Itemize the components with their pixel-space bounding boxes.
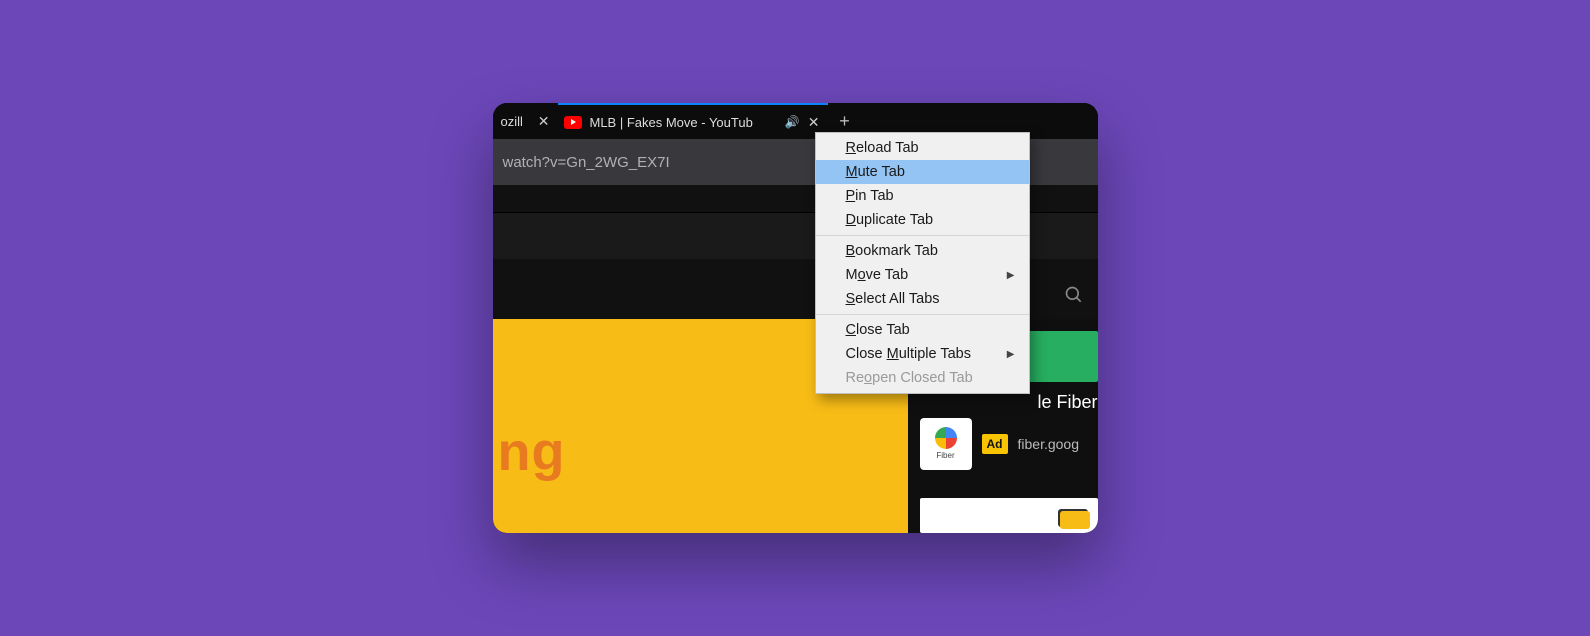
menu-item[interactable]: Pin Tab bbox=[816, 184, 1029, 208]
menu-separator bbox=[816, 314, 1029, 315]
ad-badge: Ad bbox=[982, 434, 1008, 454]
menu-item-label: Close Multiple Tabs bbox=[846, 346, 971, 362]
youtube-icon bbox=[564, 116, 582, 129]
url-text[interactable]: watch?v=Gn_2WG_EX7I bbox=[501, 154, 670, 171]
ad-url: fiber.goog bbox=[1018, 436, 1080, 452]
menu-separator bbox=[816, 235, 1029, 236]
menu-item-label: Close Tab bbox=[846, 322, 910, 338]
ad-thumbnail: Fiber bbox=[920, 418, 972, 470]
browser-window: ozill ✕ MLB | Fakes Move - YouTub 🔊 ✕ + … bbox=[493, 103, 1098, 533]
chevron-right-icon: ▶ bbox=[1007, 270, 1015, 281]
close-icon[interactable]: ✕ bbox=[806, 113, 822, 131]
menu-item[interactable]: Bookmark Tab bbox=[816, 239, 1029, 263]
tab-label: ozill bbox=[499, 114, 530, 129]
menu-item-label: Bookmark Tab bbox=[846, 243, 938, 259]
tab-label: MLB | Fakes Move - YouTub bbox=[588, 115, 779, 130]
menu-item[interactable]: Reload Tab bbox=[816, 136, 1029, 160]
active-tab[interactable]: MLB | Fakes Move - YouTub 🔊 ✕ bbox=[558, 103, 828, 139]
background-tab[interactable]: ozill ✕ bbox=[493, 103, 558, 139]
search-icon[interactable] bbox=[1064, 285, 1084, 310]
menu-item[interactable]: Mute Tab bbox=[816, 160, 1029, 184]
recommendation-card[interactable] bbox=[920, 498, 1098, 533]
ad-row[interactable]: Fiber Ad fiber.goog bbox=[920, 418, 1098, 470]
menu-item-label: Select All Tabs bbox=[846, 291, 940, 307]
menu-item[interactable]: Move Tab ▶ bbox=[816, 263, 1029, 287]
menu-item-label: Pin Tab bbox=[846, 188, 894, 204]
video-overlay-text: ting bbox=[493, 421, 566, 483]
chevron-right-icon: ▶ bbox=[1007, 349, 1015, 360]
ad-title: le Fiber bbox=[1037, 392, 1097, 413]
menu-item-label: Move Tab bbox=[846, 267, 909, 283]
menu-item-label: Duplicate Tab bbox=[846, 212, 934, 228]
menu-item[interactable]: Duplicate Tab bbox=[816, 208, 1029, 232]
menu-item[interactable]: Close Tab bbox=[816, 318, 1029, 342]
menu-item[interactable]: Select All Tabs bbox=[816, 287, 1029, 311]
menu-item-label: Mute Tab bbox=[846, 164, 905, 180]
close-icon[interactable]: ✕ bbox=[536, 112, 552, 130]
plus-icon: + bbox=[839, 111, 850, 132]
menu-item[interactable]: Close Multiple Tabs ▶ bbox=[816, 342, 1029, 366]
menu-item-label: Reopen Closed Tab bbox=[846, 370, 973, 386]
menu-item-label: Reload Tab bbox=[846, 140, 919, 156]
audio-playing-icon[interactable]: 🔊 bbox=[785, 115, 800, 129]
menu-item: Reopen Closed Tab bbox=[816, 366, 1029, 390]
tab-context-menu: Reload Tab Mute Tab Pin Tab Duplicate Tab Bo… bbox=[815, 132, 1030, 394]
